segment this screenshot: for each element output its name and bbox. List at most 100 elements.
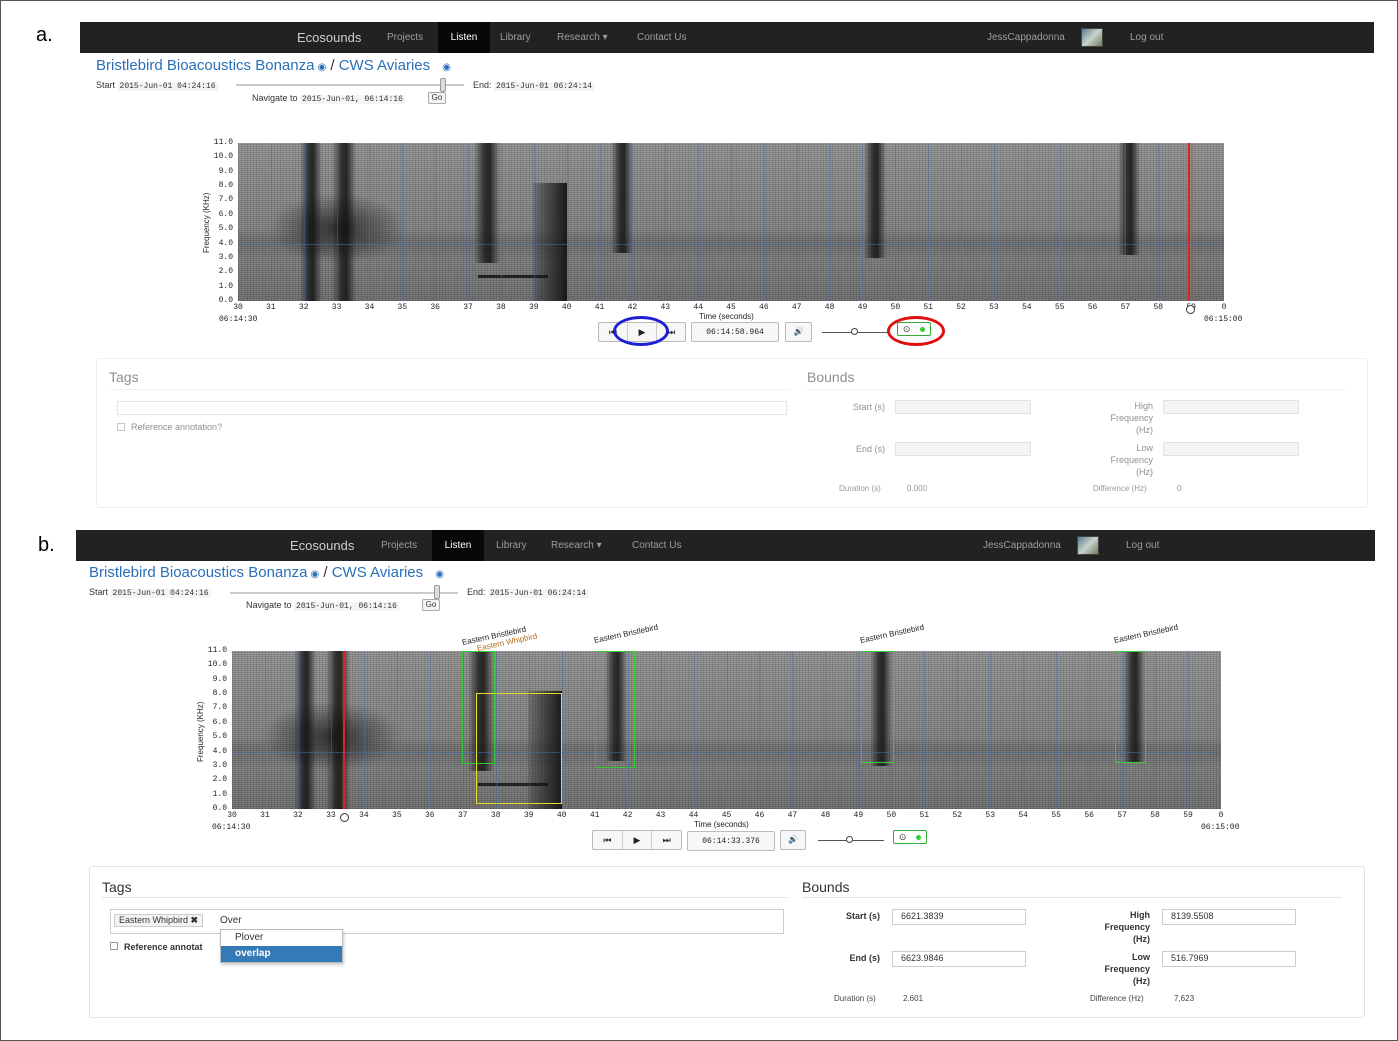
nav-listen[interactable]: Listen bbox=[432, 530, 484, 561]
high-frequency-input[interactable] bbox=[1163, 400, 1299, 414]
annotation-box[interactable] bbox=[861, 651, 894, 763]
range-slider-thumb[interactable] bbox=[440, 78, 446, 92]
tags-input[interactable] bbox=[110, 909, 784, 934]
x-tick-label: 44 bbox=[688, 811, 699, 820]
annotation-box-selected[interactable] bbox=[476, 693, 562, 804]
breadcrumb-site[interactable]: CWS Aviaries bbox=[332, 564, 423, 581]
grid-line bbox=[1122, 651, 1124, 809]
eye-icon[interactable]: ◉ bbox=[317, 62, 326, 73]
reference-checkbox[interactable] bbox=[117, 423, 125, 431]
grid-line bbox=[533, 143, 535, 301]
tag-typed-text[interactable]: Over bbox=[220, 915, 242, 927]
avatar[interactable] bbox=[1081, 28, 1103, 47]
logout-link[interactable]: Log out bbox=[1130, 22, 1163, 53]
low-frequency-input[interactable] bbox=[1163, 442, 1299, 456]
logout-link[interactable]: Log out bbox=[1126, 530, 1159, 561]
annotation-box[interactable] bbox=[1115, 651, 1146, 763]
high-frequency-input[interactable]: 8139.5508 bbox=[1162, 909, 1296, 925]
playhead-handle[interactable] bbox=[340, 813, 349, 822]
nav-projects[interactable]: Projects bbox=[381, 530, 417, 561]
next-icon[interactable]: ⏭ bbox=[652, 831, 681, 849]
grid-line bbox=[829, 143, 831, 301]
avatar[interactable] bbox=[1077, 536, 1099, 555]
nav-research[interactable]: Research ▾ bbox=[551, 530, 602, 561]
y-tick-label: 5.0 bbox=[212, 732, 227, 742]
end-label: End (s) bbox=[849, 953, 881, 963]
playhead-handle[interactable] bbox=[1186, 305, 1195, 314]
x-tick-label: 58 bbox=[1153, 303, 1164, 312]
eye-icon[interactable]: ◉ bbox=[435, 569, 444, 580]
y-tick-label: 2.0 bbox=[212, 775, 227, 785]
grid-line bbox=[993, 143, 995, 301]
nav-listen[interactable]: Listen bbox=[438, 22, 490, 53]
nav-projects[interactable]: Projects bbox=[387, 22, 423, 53]
call-mark bbox=[474, 143, 500, 263]
annotation-box[interactable] bbox=[595, 651, 635, 768]
noise-mark bbox=[262, 701, 402, 771]
eye-icon[interactable]: ◉ bbox=[310, 569, 319, 580]
breadcrumb-project[interactable]: Bristlebird Bioacoustics Bonanza bbox=[96, 57, 314, 74]
breadcrumb-separator: / bbox=[323, 564, 328, 581]
x-tick-label: 34 bbox=[359, 811, 369, 820]
y-tick-label: 4.0 bbox=[218, 238, 233, 248]
grid-line bbox=[726, 651, 728, 809]
end-value: 2015-Jun-01 06:24:14 bbox=[494, 82, 595, 91]
grid-line bbox=[891, 651, 893, 809]
end-input[interactable]: 6623.9846 bbox=[892, 951, 1026, 967]
remove-tag-icon[interactable]: ✖ bbox=[191, 915, 199, 925]
volume-icon[interactable]: 🔊 bbox=[785, 322, 812, 342]
grid-line bbox=[858, 651, 860, 809]
suggestion-option[interactable]: Plover bbox=[221, 930, 342, 946]
volume-knob[interactable] bbox=[846, 836, 853, 843]
start-label: Start bbox=[89, 587, 109, 597]
breadcrumb-project[interactable]: Bristlebird Bioacoustics Bonanza bbox=[89, 564, 307, 581]
nav-contact[interactable]: Contact Us bbox=[637, 22, 686, 53]
difference-label: Difference (Hz) bbox=[1090, 994, 1144, 1003]
noise-mark bbox=[268, 193, 408, 263]
low-frequency-input[interactable]: 516.7969 bbox=[1162, 951, 1296, 967]
end-input[interactable] bbox=[895, 442, 1031, 456]
suggestion-option-selected[interactable]: overlap bbox=[221, 946, 342, 962]
range-slider-track[interactable] bbox=[230, 592, 458, 594]
range-slider-thumb[interactable] bbox=[434, 585, 440, 599]
annotation-toggle[interactable]: ⊙ bbox=[893, 830, 927, 844]
nav-library[interactable]: Library bbox=[496, 530, 527, 561]
high-frequency-label: High Frequency (Hz) bbox=[1104, 910, 1150, 944]
x-tick-label: 41 bbox=[589, 811, 600, 820]
brand-link[interactable]: Ecosounds bbox=[290, 530, 354, 561]
range-slider-track[interactable] bbox=[236, 84, 464, 86]
spectrogram-canvas[interactable] bbox=[232, 651, 1221, 809]
position-display: 06:14:33.376 bbox=[687, 831, 775, 851]
nav-library[interactable]: Library bbox=[500, 22, 531, 53]
tags-input[interactable] bbox=[117, 401, 787, 415]
grid-line bbox=[1056, 651, 1058, 809]
navigate-input[interactable]: 2015-Jun-01, 06:14:16 bbox=[294, 602, 399, 611]
x-tick-label: 43 bbox=[660, 303, 671, 312]
start-input[interactable]: 6621.3839 bbox=[892, 909, 1026, 925]
y-tick-label: 2.0 bbox=[218, 267, 233, 277]
start-input[interactable] bbox=[895, 400, 1031, 414]
reference-checkbox[interactable] bbox=[110, 942, 118, 950]
play-icon[interactable]: ▶ bbox=[623, 831, 653, 849]
grid-line bbox=[731, 143, 732, 301]
brand-link[interactable]: Ecosounds bbox=[297, 22, 361, 53]
user-name[interactable]: JessCappadonna bbox=[983, 530, 1061, 561]
grid-line bbox=[500, 143, 502, 301]
grid-line bbox=[961, 143, 963, 301]
eye-icon[interactable]: ◉ bbox=[442, 62, 451, 73]
go-button[interactable]: Go bbox=[422, 599, 440, 611]
volume-icon[interactable]: 🔊 bbox=[780, 830, 806, 850]
high-frequency-label: High Frequency (Hz) bbox=[1110, 401, 1153, 435]
breadcrumb-site[interactable]: CWS Aviaries bbox=[339, 57, 430, 74]
previous-icon[interactable]: ⏮ bbox=[593, 831, 623, 849]
nav-research[interactable]: Research ▾ bbox=[557, 22, 608, 53]
user-name[interactable]: JessCappadonna bbox=[987, 22, 1065, 53]
volume-knob[interactable] bbox=[851, 328, 858, 335]
breadcrumb-b: Bristlebird Bioacoustics Bonanza ◉ / CWS … bbox=[89, 564, 444, 581]
spectrogram-canvas[interactable] bbox=[238, 143, 1224, 301]
nav-contact[interactable]: Contact Us bbox=[632, 530, 681, 561]
x-tick-label: 50 bbox=[886, 811, 897, 820]
go-button[interactable]: Go bbox=[428, 92, 446, 104]
navigate-input[interactable]: 2015-Jun-01, 06:14:16 bbox=[300, 95, 405, 104]
x-axis-title: Time (seconds) bbox=[699, 312, 754, 321]
